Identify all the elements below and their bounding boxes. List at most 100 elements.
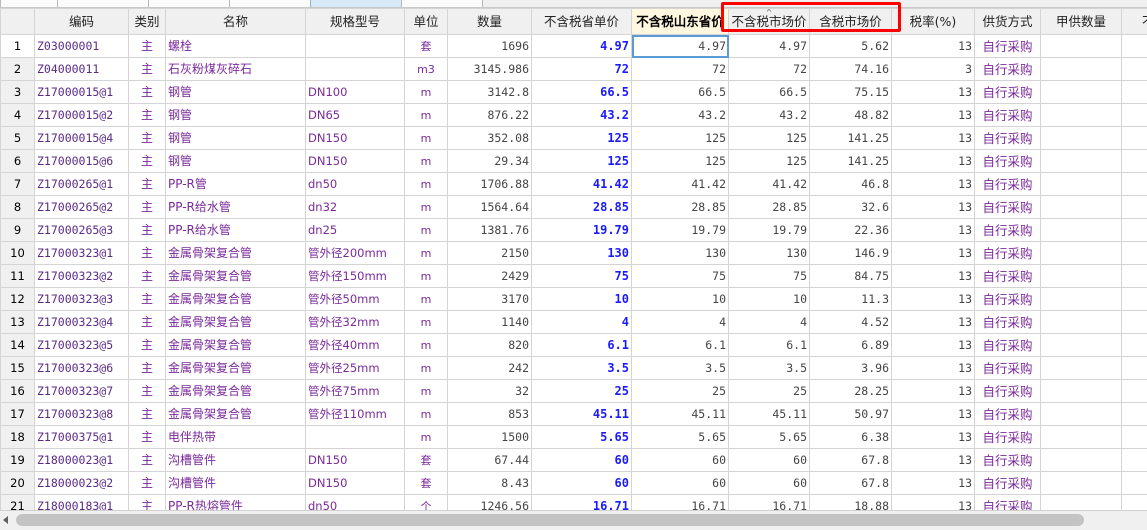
cell-unit[interactable]: m [405,288,448,311]
table-row[interactable]: 11Z17000323@2主金属骨架复合管管外径150mmm2429757575… [1,265,1147,288]
cell-category[interactable]: 主 [129,81,166,104]
cell-supply-method[interactable]: 自行采购 [975,403,1041,426]
cell-name[interactable]: 金属骨架复合管 [166,403,306,426]
cell-unit[interactable]: 套 [405,472,448,495]
cell-market-price-ex-tax[interactable]: 28.85 [729,196,810,219]
cell-provincial-price[interactable]: 125 [532,127,632,150]
cell-market-price-ex-tax[interactable]: 125 [729,150,810,173]
cell-quantity[interactable]: 1696 [448,35,532,58]
cell-supply-method[interactable]: 自行采购 [975,311,1041,334]
cell-provincial-price[interactable]: 4 [532,311,632,334]
cell-tax-rate[interactable]: 13 [892,219,975,242]
cell-spec[interactable] [306,35,405,58]
cell-market-price-inc-tax[interactable]: 48.82 [810,104,892,127]
cell-shandong-price[interactable]: 28.85 [632,196,729,219]
cell-provincial-price[interactable]: 75 [532,265,632,288]
cell-category[interactable]: 主 [129,495,166,512]
cell-category[interactable]: 主 [129,311,166,334]
cell-name[interactable]: 金属骨架复合管 [166,288,306,311]
cell-quantity[interactable]: 3170 [448,288,532,311]
cell-shandong-price[interactable]: 75 [632,265,729,288]
cell-category[interactable]: 主 [129,150,166,173]
cell-provincial-price[interactable]: 5.65 [532,426,632,449]
cell-tax-rate[interactable]: 13 [892,265,975,288]
cell-supply-method[interactable]: 自行采购 [975,150,1041,173]
cell-owner-supply-qty[interactable] [1041,334,1122,357]
table-row[interactable]: 6Z17000015@6主钢管DN150m29.34125125125141.2… [1,150,1147,173]
table-row[interactable]: 20Z18000023@2主沟槽管件DN150套8.4360606067.813… [1,472,1147,495]
cell-more[interactable] [1122,472,1147,495]
cell-provincial-price[interactable]: 6.1 [532,334,632,357]
cell-unit[interactable]: m [405,311,448,334]
cell-supply-method[interactable]: 自行采购 [975,426,1041,449]
cell-owner-supply-qty[interactable] [1041,311,1122,334]
cell-code[interactable]: Z18000183@1 [35,495,129,512]
cell-supply-method[interactable]: 自行采购 [975,288,1041,311]
cell-market-price-inc-tax[interactable]: 4.52 [810,311,892,334]
row-number[interactable]: 16 [1,380,35,403]
cell-code[interactable]: Z17000265@1 [35,173,129,196]
cell-quantity[interactable]: 32 [448,380,532,403]
cell-provincial-price[interactable]: 10 [532,288,632,311]
cell-name[interactable]: PP-R给水管 [166,219,306,242]
cell-provincial-price[interactable]: 16.71 [532,495,632,512]
cell-more[interactable] [1122,495,1147,512]
cell-provincial-price[interactable]: 60 [532,472,632,495]
cell-tax-rate[interactable]: 13 [892,81,975,104]
cell-unit[interactable]: m [405,426,448,449]
cell-market-price-ex-tax[interactable]: 60 [729,472,810,495]
cell-more[interactable] [1122,81,1147,104]
cell-market-price-inc-tax[interactable]: 75.15 [810,81,892,104]
cell-category[interactable]: 主 [129,173,166,196]
cell-more[interactable] [1122,104,1147,127]
cell-tax-rate[interactable]: 13 [892,104,975,127]
table-row[interactable]: 4Z17000015@2主钢管DN65m876.2243.243.243.248… [1,104,1147,127]
col-header-tax-rate[interactable]: 税率(%) [892,9,975,35]
cell-market-price-inc-tax[interactable]: 11.3 [810,288,892,311]
cell-provincial-price[interactable]: 25 [532,380,632,403]
cell-quantity[interactable]: 242 [448,357,532,380]
cell-name[interactable]: 金属骨架复合管 [166,242,306,265]
cell-shandong-price[interactable]: 16.71 [632,495,729,512]
cell-market-price-ex-tax[interactable]: 4 [729,311,810,334]
cell-spec[interactable]: DN150 [306,472,405,495]
cell-supply-method[interactable]: 自行采购 [975,449,1041,472]
cell-quantity[interactable]: 1246.56 [448,495,532,512]
cell-spec[interactable]: 管外径32mm [306,311,405,334]
cell-market-price-ex-tax[interactable]: 60 [729,449,810,472]
cell-unit[interactable]: m [405,219,448,242]
cell-market-price-inc-tax[interactable]: 146.9 [810,242,892,265]
cell-provincial-price[interactable]: 28.85 [532,196,632,219]
cell-spec[interactable] [306,58,405,81]
cell-tax-rate[interactable]: 13 [892,242,975,265]
cell-more[interactable] [1122,35,1147,58]
col-header-owner-supply-qty[interactable]: 甲供数量 [1041,9,1122,35]
cell-code[interactable]: Z17000323@7 [35,380,129,403]
col-header-more[interactable]: 不含 [1122,9,1147,35]
cell-shandong-price[interactable]: 6.1 [632,334,729,357]
cell-supply-method[interactable]: 自行采购 [975,242,1041,265]
cell-spec[interactable]: 管外径25mm [306,357,405,380]
cell-name[interactable]: 沟槽管件 [166,449,306,472]
cell-unit[interactable]: m [405,265,448,288]
cell-category[interactable]: 主 [129,288,166,311]
cell-spec[interactable]: dn32 [306,196,405,219]
row-number[interactable]: 18 [1,426,35,449]
cell-name[interactable]: 沟槽管件 [166,472,306,495]
row-number[interactable]: 20 [1,472,35,495]
cell-shandong-price[interactable]: 66.5 [632,81,729,104]
cell-owner-supply-qty[interactable] [1041,449,1122,472]
cell-code[interactable]: Z18000023@1 [35,449,129,472]
cell-tax-rate[interactable]: 13 [892,403,975,426]
cell-code[interactable]: Z04000011 [35,58,129,81]
cell-owner-supply-qty[interactable] [1041,288,1122,311]
col-header-code[interactable]: 编码 [35,9,129,35]
cell-name[interactable]: PP-R热熔管件 [166,495,306,512]
cell-category[interactable]: 主 [129,472,166,495]
cell-supply-method[interactable]: 自行采购 [975,472,1041,495]
cell-name[interactable]: 钢管 [166,104,306,127]
cell-tax-rate[interactable]: 13 [892,380,975,403]
cell-unit[interactable]: m [405,242,448,265]
cell-quantity[interactable]: 1140 [448,311,532,334]
cell-code[interactable]: Z17000323@8 [35,403,129,426]
